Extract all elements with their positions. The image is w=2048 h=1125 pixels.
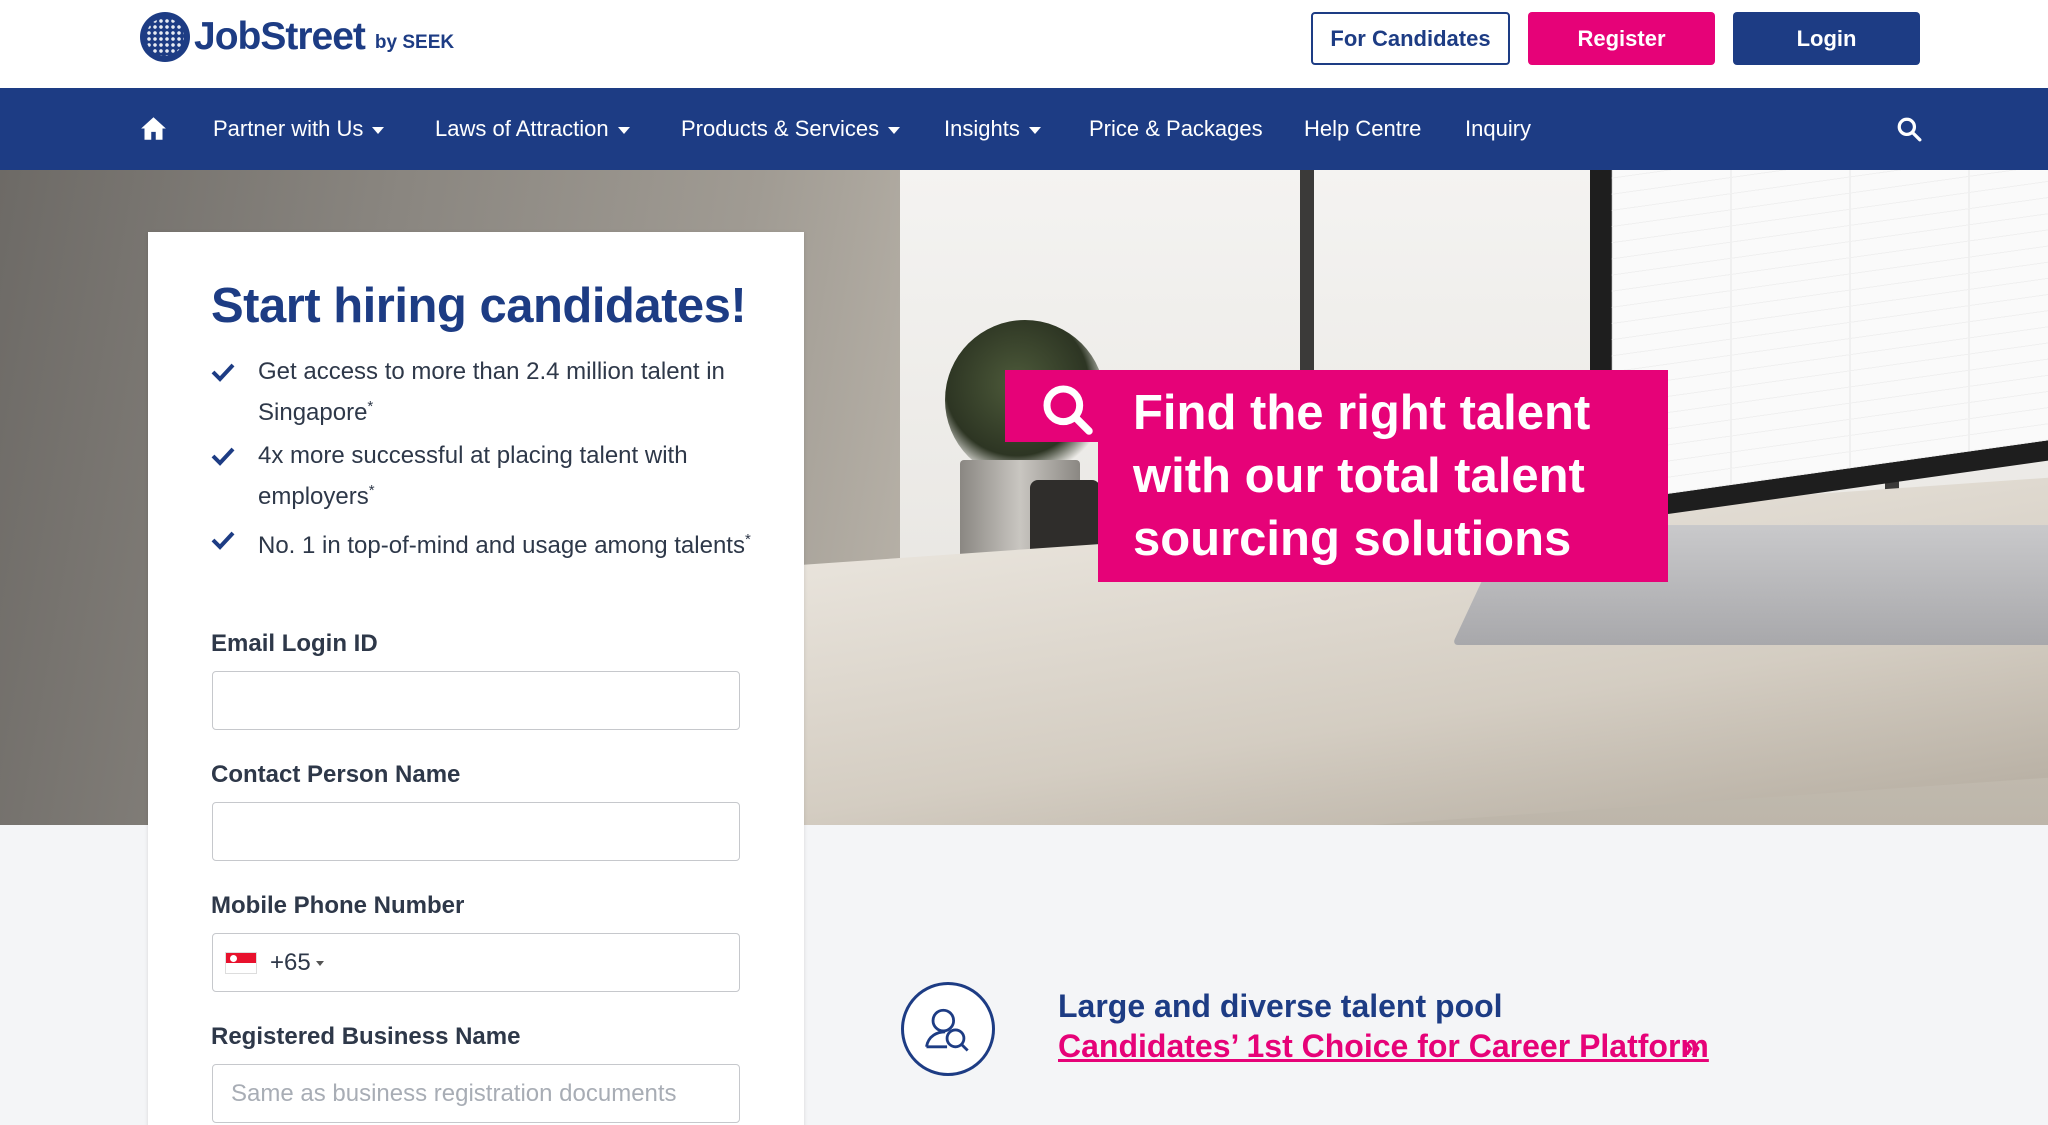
business-name-input[interactable] xyxy=(212,1064,740,1123)
singapore-flag-icon[interactable] xyxy=(225,951,257,974)
talent-pool-icon xyxy=(901,982,995,1076)
email-input[interactable] xyxy=(212,671,740,730)
email-label: Email Login ID xyxy=(211,630,378,657)
feature-text: Get access to more than 2.4 million tale… xyxy=(258,358,725,426)
nav-products-services[interactable]: Products & Services xyxy=(681,88,901,170)
contact-name-label: Contact Person Name xyxy=(211,761,461,788)
laptop-display xyxy=(1611,170,2048,502)
dial-code-select[interactable]: +65 xyxy=(270,949,324,977)
feature-item: No. 1 in top-of-mind and usage among tal… xyxy=(211,522,771,563)
feature-item: Get access to more than 2.4 million tale… xyxy=(211,354,771,430)
nav-inquiry[interactable]: Inquiry xyxy=(1465,88,1531,170)
caret-down-icon xyxy=(315,960,324,966)
check-icon xyxy=(211,531,235,550)
caret-down-icon xyxy=(617,127,630,134)
nav-insights[interactable]: Insights xyxy=(944,88,1041,170)
nav-label: Products & Services xyxy=(681,116,880,141)
nav-label: Help Centre xyxy=(1304,116,1422,141)
nav-help-centre[interactable]: Help Centre xyxy=(1304,88,1421,170)
benefit-title: Large and diverse talent pool xyxy=(1058,988,1503,1024)
benefit-link[interactable]: Candidates’ 1st Choice for Career Platfo… xyxy=(1058,1028,1709,1065)
nav-label: Partner with Us xyxy=(213,116,364,141)
caret-down-icon xyxy=(1028,127,1041,134)
search-icon[interactable] xyxy=(1896,116,1922,142)
promo-line: Find the right talent xyxy=(1133,386,1591,440)
logo-text: JobStreet xyxy=(194,15,366,58)
jobstreet-logo-icon xyxy=(140,12,190,62)
chevron-right-icon[interactable]: » xyxy=(1683,1028,1701,1065)
check-icon xyxy=(211,363,235,382)
nav-label: Laws of Attraction xyxy=(435,116,609,141)
promo-line: with our total talent xyxy=(1133,449,1585,503)
feature-text: 4x more successful at placing talent wit… xyxy=(258,442,688,510)
home-icon[interactable] xyxy=(140,115,167,142)
caret-down-icon xyxy=(888,127,901,134)
logo-by-seek: by SEEK xyxy=(374,32,455,53)
mobile-label: Mobile Phone Number xyxy=(211,892,465,919)
business-name-label: Registered Business Name xyxy=(211,1023,521,1050)
nav-price-packages[interactable]: Price & Packages xyxy=(1089,88,1263,170)
top-header: JobStreet by SEEK For Candidates Registe… xyxy=(0,0,2048,88)
nav-laws-of-attraction[interactable]: Laws of Attraction xyxy=(435,88,630,170)
register-button[interactable]: Register xyxy=(1528,12,1715,65)
contact-name-input[interactable] xyxy=(212,802,740,861)
jobstreet-logo[interactable]: JobStreet by SEEK xyxy=(140,12,454,62)
promo-headline: Find the right talent with our total tal… xyxy=(1133,382,1653,571)
form-title: Start hiring candidates! xyxy=(211,279,747,333)
feature-item: 4x more successful at placing talent wit… xyxy=(211,438,771,514)
nav-label: Inquiry xyxy=(1465,116,1532,141)
candidate-search-icon xyxy=(925,1008,969,1052)
check-icon xyxy=(211,447,235,466)
mobile-phone-field[interactable]: +65 xyxy=(212,933,740,992)
main-nav: Partner with Us Laws of Attraction Produ… xyxy=(0,88,2048,170)
nav-label: Price & Packages xyxy=(1089,116,1263,141)
promo-line: sourcing solutions xyxy=(1133,512,1572,566)
nav-label: Insights xyxy=(944,116,1020,141)
feature-text: No. 1 in top-of-mind and usage among tal… xyxy=(258,531,751,559)
signup-form-card: Start hiring candidates! Get access to m… xyxy=(148,232,804,1125)
caret-down-icon xyxy=(372,127,385,134)
for-candidates-button[interactable]: For Candidates xyxy=(1311,12,1510,65)
login-button[interactable]: Login xyxy=(1733,12,1920,65)
search-icon xyxy=(1043,385,1093,435)
nav-partner-with-us[interactable]: Partner with Us xyxy=(213,88,385,170)
